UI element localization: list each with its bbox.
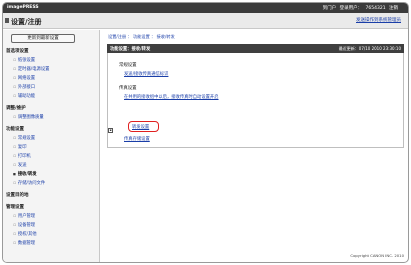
content-body: 常规设置 发送/接收传真通信标识 传真设置 在共用的接收组中以后，接收传真时自动…	[107, 53, 404, 148]
back-icon[interactable]: ▪	[108, 128, 113, 133]
sidebar-item-device-management[interactable]: 设备管理	[13, 222, 35, 228]
sidebar-item-image-quality[interactable]: 调整图像质量	[13, 114, 44, 120]
sidebar-section-management: 管理设置	[6, 205, 24, 210]
sidebar-item-receive-forward[interactable]: 接收/转发	[13, 171, 37, 177]
sidebar-item-send[interactable]: 发送	[13, 162, 27, 168]
login-user-id: 7654321	[365, 6, 386, 11]
sidebar-item-accessibility[interactable]: 辅助功能	[13, 93, 35, 99]
sidebar-item-printer[interactable]: 打印机	[13, 153, 31, 159]
content-header: 功能设置：接收/转发 最近更新：07/10 2010 23:30:10	[107, 44, 404, 53]
browser-frame: imagePRESS 到门户 登录用户： 7654321 注销 设置/注册 发送…	[2, 2, 409, 263]
main-content: 设置/注册 ： 功能设置 ： 接收/转发 功能设置：接收/转发 最近更新：07/…	[101, 30, 408, 255]
link-forward-settings[interactable]: 转发设置	[132, 124, 149, 130]
refresh-settings-button[interactable]: 更新到最新设置	[11, 34, 75, 43]
link-auto-receive[interactable]: 在共用的接收组中以后，接收传真时自动设置开启	[124, 94, 219, 100]
logout-link[interactable]: 注销	[389, 6, 398, 11]
link-fax-storage[interactable]: 传真存储设置	[124, 136, 150, 142]
copyright: Copyright CANON INC. 2010	[350, 253, 404, 258]
brand-logo: imagePRESS	[7, 5, 39, 10]
top-bar: imagePRESS 到门户 登录用户： 7654321 注销	[3, 3, 408, 13]
settings-icon	[5, 18, 9, 23]
content-title: 功能设置：接收/转发	[110, 47, 151, 52]
sidebar-item-network[interactable]: 网络设置	[13, 75, 35, 81]
group-title-general: 常规设置	[119, 63, 137, 68]
login-user-label: 登录用户：	[339, 6, 363, 11]
top-links: 到门户 登录用户： 7654321 注销	[321, 5, 398, 11]
sidebar: 更新到最新设置 首选项设置 纸张设置 定时器/电源设置 网络设置 外部接口 辅助…	[3, 30, 100, 262]
sidebar-section-destination[interactable]: 设置目的地	[6, 192, 29, 198]
portal-link[interactable]: 到门户	[323, 6, 337, 11]
sidebar-section-adjust: 调整/维护	[6, 106, 26, 111]
sidebar-item-paper[interactable]: 纸张设置	[13, 57, 35, 63]
sidebar-section-function: 功能设置	[6, 127, 24, 132]
last-update-timestamp: 最近更新：07/10 2010 23:30:10	[338, 46, 401, 51]
sidebar-section-preferences: 首选项设置	[6, 49, 29, 54]
sidebar-item-data-management[interactable]: 数据管理	[13, 240, 35, 246]
group-title-fax: 传真设置	[119, 86, 137, 91]
sidebar-item-external-interface[interactable]: 外部接口	[13, 84, 35, 90]
link-fax-identifier[interactable]: 发送/接收传真通信标识	[124, 71, 168, 77]
sidebar-item-timer-power[interactable]: 定时器/电源设置	[13, 66, 50, 72]
page-header: 设置/注册 发送操作到系统管理员	[3, 13, 408, 29]
sidebar-item-store-access[interactable]: 存储/访问文件	[13, 180, 45, 186]
breadcrumb[interactable]: 设置/注册 ： 功能设置 ： 接收/转发	[108, 34, 175, 40]
admin-mail-link[interactable]: 发送操作到系统管理员	[356, 17, 401, 23]
sidebar-item-copy[interactable]: 复印	[13, 144, 27, 150]
sidebar-item-user-management[interactable]: 用户管理	[13, 213, 35, 219]
sidebar-item-license-other[interactable]: 授权/其他	[13, 231, 37, 237]
page-title: 设置/注册	[11, 18, 42, 26]
sidebar-item-general[interactable]: 常规设置	[13, 135, 35, 141]
footer: Copyright CANON INC. 2010	[101, 251, 408, 262]
